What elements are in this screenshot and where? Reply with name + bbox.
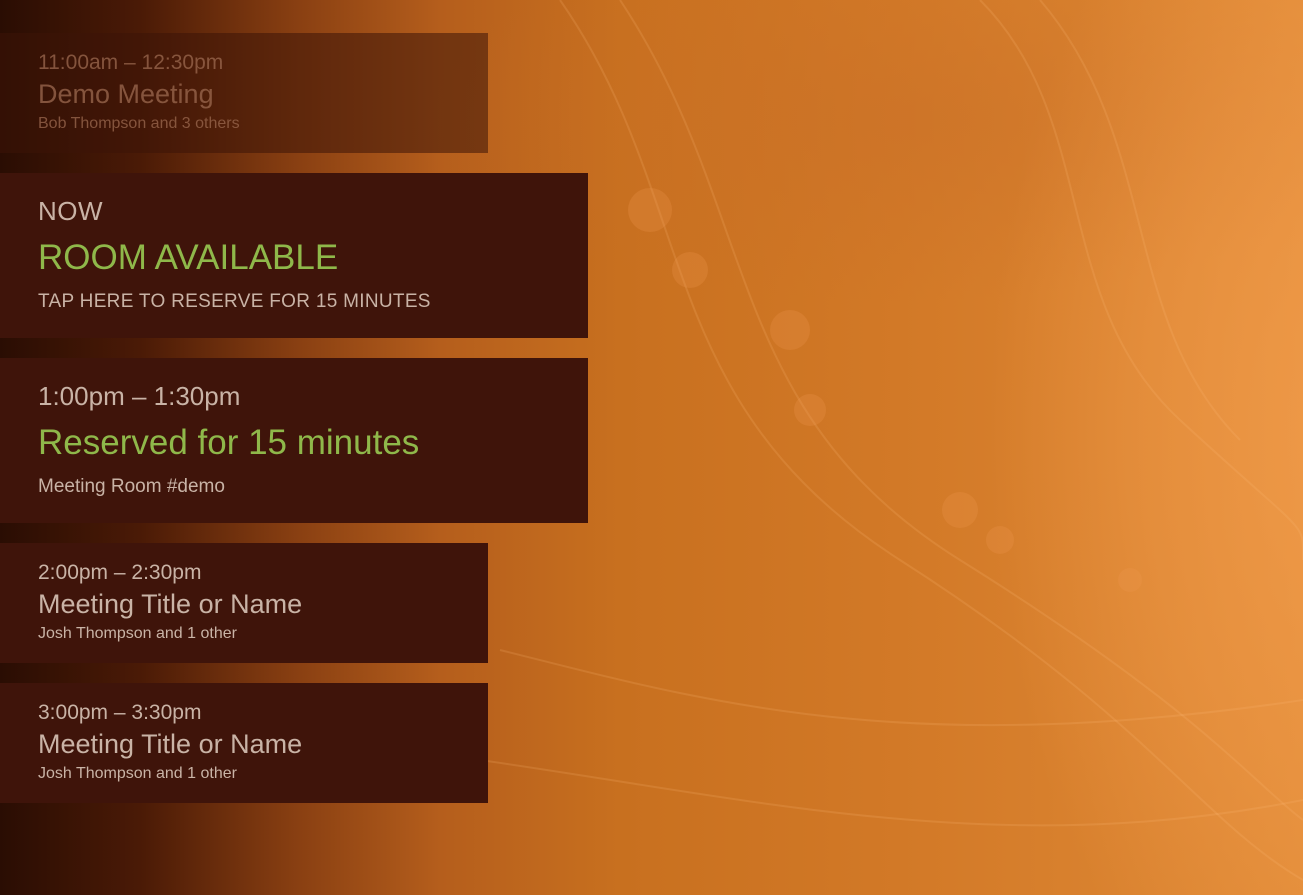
meeting-time: 2:00pm – 2:30pm bbox=[38, 561, 202, 584]
meeting-time: 11:00am – 12:30pm bbox=[38, 51, 224, 74]
room-status: ROOM AVAILABLE bbox=[38, 238, 339, 277]
meeting-attendees: Josh Thompson and 1 other bbox=[38, 765, 237, 782]
reserved-meeting-card[interactable]: 1:00pm – 1:30pm Reserved for 15 minutes … bbox=[0, 358, 588, 523]
meeting-attendees: Josh Thompson and 1 other bbox=[38, 625, 237, 642]
meeting-title: Demo Meeting bbox=[38, 79, 214, 109]
meeting-title: Meeting Title or Name bbox=[38, 729, 303, 759]
upcoming-meeting-card[interactable]: 3:00pm – 3:30pm Meeting Title or Name Jo… bbox=[0, 683, 488, 803]
past-meeting-card[interactable]: 11:00am – 12:30pm Demo Meeting Bob Thomp… bbox=[0, 33, 488, 153]
meeting-time: 3:00pm – 3:30pm bbox=[38, 701, 202, 724]
meeting-time: 1:00pm – 1:30pm bbox=[38, 381, 241, 411]
meeting-attendees: Bob Thompson and 3 others bbox=[38, 115, 240, 132]
reservation-status: Reserved for 15 minutes bbox=[38, 423, 420, 462]
room-available-card[interactable]: NOW ROOM AVAILABLE TAP HERE TO RESERVE F… bbox=[0, 173, 588, 338]
upcoming-meeting-card[interactable]: 2:00pm – 2:30pm Meeting Title or Name Jo… bbox=[0, 543, 488, 663]
now-label: NOW bbox=[38, 196, 104, 226]
meeting-title: Meeting Title or Name bbox=[38, 589, 303, 619]
room-name: Meeting Room #demo bbox=[38, 476, 225, 497]
reserve-action[interactable]: TAP HERE TO RESERVE FOR 15 MINUTES bbox=[38, 292, 431, 311]
